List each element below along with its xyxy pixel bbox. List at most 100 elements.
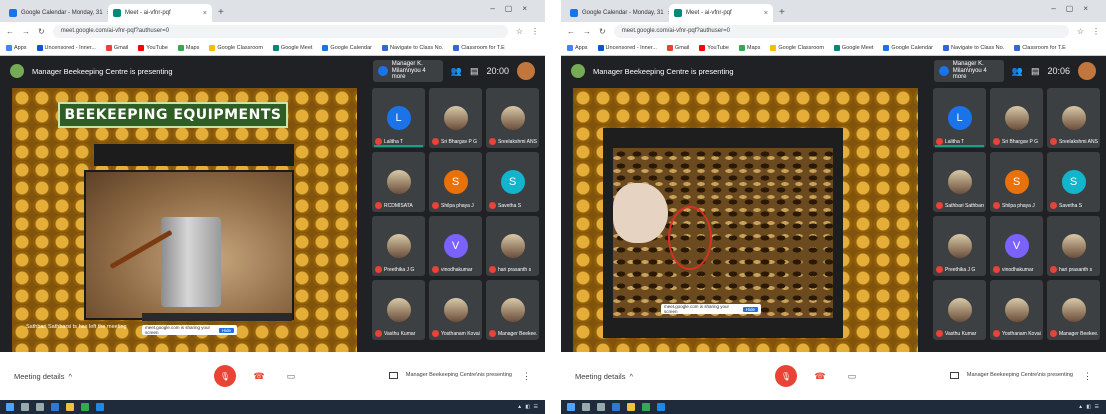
self-view-chip[interactable]: Manager K. Milan\nyou 4 more [933, 60, 1004, 82]
url-input[interactable]: meet.google.com/ai-vfnr-pqf?authuser=0 [52, 24, 508, 38]
participant-tile[interactable]: Vvinodhakumar [429, 216, 482, 276]
bookmark-item[interactable]: Gmail [105, 44, 128, 51]
window-controls[interactable]: –▢× [1051, 4, 1098, 13]
hide-button[interactable]: Hide [742, 306, 758, 312]
window-controls[interactable]: –▢× [490, 4, 537, 13]
presenting-indicator[interactable]: Manager Beekeeping Centre\nis presenting [949, 372, 1073, 380]
mic-off-button[interactable]: 🎙 [775, 365, 797, 387]
bookmark-item[interactable]: Apps [6, 44, 27, 51]
edge-icon[interactable] [612, 403, 620, 411]
star-icon[interactable]: ☆ [516, 27, 523, 36]
menu-icon[interactable]: ⋮ [1092, 27, 1100, 36]
participant-tile[interactable]: RCDMISATA [372, 152, 425, 212]
bookmark-item[interactable]: Classroom for T.E [1014, 44, 1066, 51]
close-icon[interactable]: × [764, 10, 768, 17]
participant-tile[interactable]: Sreelakshmi ANSET [486, 88, 539, 148]
end-call-button[interactable]: ☎ [811, 367, 829, 385]
word-icon[interactable] [96, 403, 104, 411]
participant-tile[interactable]: Preethika J G [933, 216, 986, 276]
back-icon[interactable]: ← [567, 27, 575, 36]
participant-tile[interactable]: Sri Bhargav P G [990, 88, 1043, 148]
tab-meet[interactable]: Meet - ai-vfnr-pqf × [669, 4, 773, 22]
new-tab-button[interactable]: + [218, 7, 224, 18]
participant-tile[interactable]: hari prasanth s [486, 216, 539, 276]
end-call-button[interactable]: ☎ [250, 367, 268, 385]
participant-tile[interactable]: Yosthanam Kovai [429, 280, 482, 340]
system-tray[interactable]: ▲ ◧ ☰ [1078, 404, 1100, 410]
bookmark-item[interactable]: Navigate to Class No. [382, 44, 443, 51]
participant-tile[interactable]: Manager Beekee... [1047, 280, 1100, 340]
bookmark-item[interactable]: YouTube [699, 44, 729, 51]
search-icon[interactable] [21, 403, 29, 411]
participant-tile[interactable]: L Lalitha T [933, 88, 986, 148]
chrome-icon[interactable] [642, 403, 650, 411]
word-icon[interactable] [657, 403, 665, 411]
self-view-chip[interactable]: Manager K. Milan\nyou 4 more [372, 60, 443, 82]
bookmark-item[interactable]: Navigate to Class No. [943, 44, 1004, 51]
participant-tile[interactable]: Manager Beekee... [486, 280, 539, 340]
tab-meet[interactable]: Meet - ai-vfnr-pqf × [108, 4, 212, 22]
meeting-details-button[interactable]: Meeting details ^ [14, 372, 214, 381]
bookmark-item[interactable]: YouTube [138, 44, 168, 51]
participant-tile[interactable]: Vasthu Kumar [372, 280, 425, 340]
camera-button[interactable]: ▭ [843, 367, 861, 385]
url-input[interactable]: meet.google.com/ai-vfnr-pqf?authuser=0 [613, 24, 1069, 38]
task-view-icon[interactable] [597, 403, 605, 411]
bookmark-item[interactable]: Maps [177, 44, 199, 51]
people-icon[interactable]: 👥 [1012, 66, 1023, 77]
tab-calendar[interactable]: Google Calendar - Monday, 31× [4, 4, 108, 22]
forward-icon[interactable]: → [583, 27, 591, 36]
close-icon[interactable]: × [203, 10, 207, 17]
edge-icon[interactable] [51, 403, 59, 411]
folder-icon[interactable] [66, 403, 74, 411]
participant-tile[interactable]: Sreelakshmi ANSET [1047, 88, 1100, 148]
tab-calendar[interactable]: Google Calendar - Monday, 31× [565, 4, 669, 22]
participant-tile[interactable]: Vvinodhakumar [990, 216, 1043, 276]
participant-tile[interactable]: S Savetha S [486, 152, 539, 212]
windows-start-icon[interactable] [6, 403, 14, 411]
meeting-details-button[interactable]: Meeting details ^ [575, 372, 775, 381]
participant-tile[interactable]: hari prasanth s [1047, 216, 1100, 276]
participant-tile[interactable]: Yosthanam Kovai [990, 280, 1043, 340]
reload-icon[interactable]: ↻ [599, 27, 606, 36]
back-icon[interactable]: ← [6, 27, 14, 36]
task-view-icon[interactable] [36, 403, 44, 411]
new-tab-button[interactable]: + [779, 7, 785, 18]
bookmark-item[interactable]: Google Calendar [322, 44, 372, 51]
mic-off-button[interactable]: 🎙 [214, 365, 236, 387]
participant-tile[interactable]: S Savetha S [1047, 152, 1100, 212]
forward-icon[interactable]: → [22, 27, 30, 36]
bookmark-item[interactable]: Classroom for T.E [453, 44, 505, 51]
more-options-icon[interactable]: ⋮ [1083, 371, 1092, 382]
chat-icon[interactable]: ▤ [1031, 66, 1040, 77]
bookmark-item[interactable]: Google Calendar [883, 44, 933, 51]
bookmark-item[interactable]: Google Classroom [770, 44, 824, 51]
bookmark-item[interactable]: Maps [738, 44, 760, 51]
folder-icon[interactable] [627, 403, 635, 411]
system-tray[interactable]: ▲ ◧ ☰ [517, 404, 539, 410]
star-icon[interactable]: ☆ [1077, 27, 1084, 36]
participant-tile[interactable]: Sathbari Sathbarsi [933, 152, 986, 212]
reload-icon[interactable]: ↻ [38, 27, 45, 36]
bookmark-item[interactable]: Gmail [666, 44, 689, 51]
bookmark-item[interactable]: Google Meet [272, 44, 312, 51]
chrome-icon[interactable] [81, 403, 89, 411]
participant-tile[interactable]: L Lalitha T [372, 88, 425, 148]
bookmark-item[interactable]: Uncensored - Inner... [597, 44, 657, 51]
windows-start-icon[interactable] [567, 403, 575, 411]
bookmark-item[interactable]: Uncensored - Inner... [36, 44, 96, 51]
more-options-icon[interactable]: ⋮ [522, 371, 531, 382]
chat-icon[interactable]: ▤ [470, 66, 479, 77]
people-icon[interactable]: 👥 [451, 66, 462, 77]
participant-tile[interactable]: Preethika J G [372, 216, 425, 276]
search-icon[interactable] [582, 403, 590, 411]
bookmark-item[interactable]: Apps [567, 44, 588, 51]
hide-button[interactable]: Hide [218, 327, 234, 333]
camera-button[interactable]: ▭ [282, 367, 300, 385]
participant-tile[interactable]: S Shilpa phaya J [990, 152, 1043, 212]
presenting-indicator[interactable]: Manager Beekeeping Centre\nis presenting [388, 372, 512, 380]
bookmark-item[interactable]: Google Meet [833, 44, 873, 51]
avatar[interactable] [1078, 62, 1096, 80]
bookmark-item[interactable]: Google Classroom [209, 44, 263, 51]
participant-tile[interactable]: Vasthu Kumar [933, 280, 986, 340]
